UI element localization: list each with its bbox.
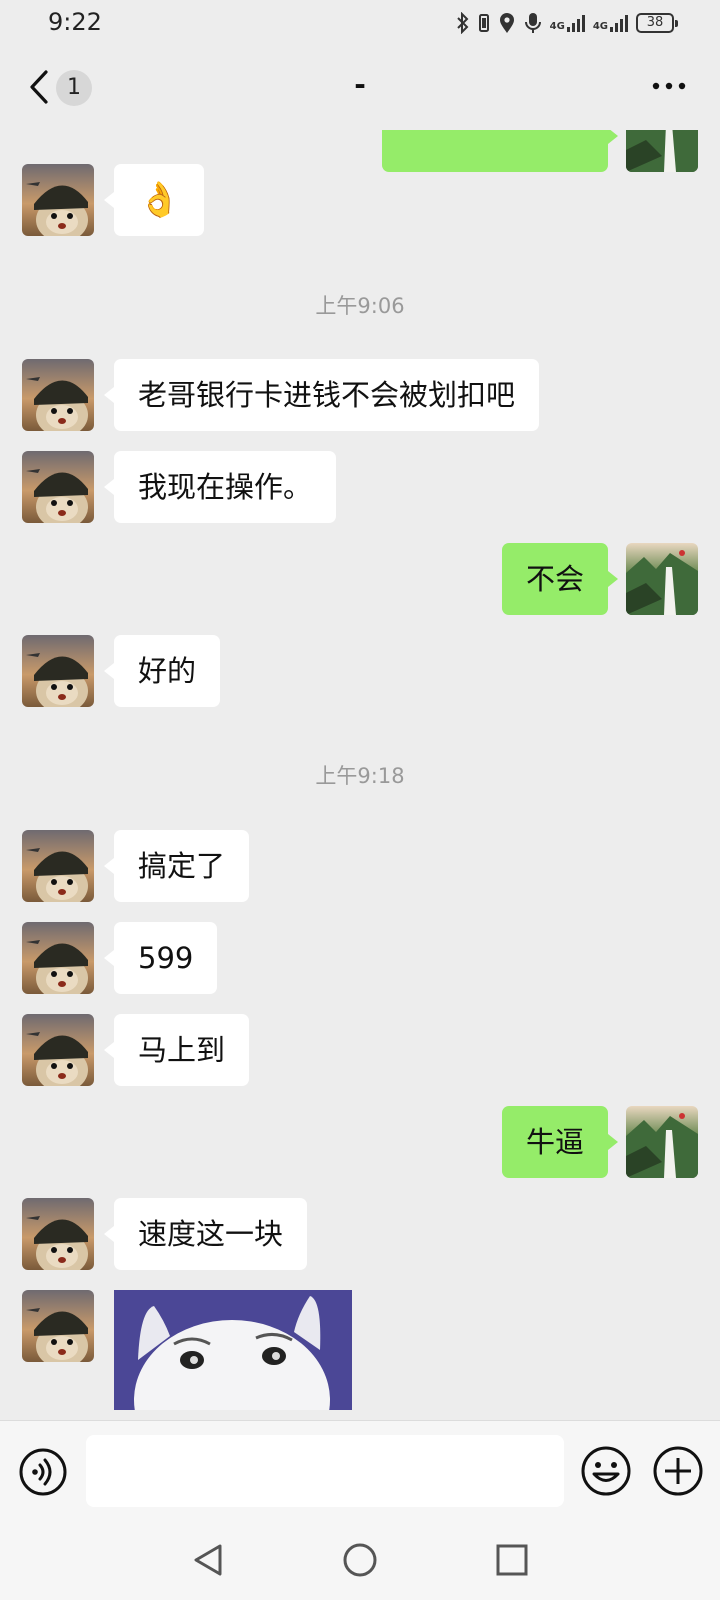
message-bubble[interactable]: 我现在操作。 xyxy=(103,451,337,523)
message-bubble[interactable]: 599 xyxy=(103,922,218,994)
sticker-image[interactable] xyxy=(114,1290,352,1410)
message-bubble[interactable]: 好的 xyxy=(103,635,221,707)
bluetooth-icon xyxy=(456,12,470,34)
voice-icon[interactable] xyxy=(18,1447,68,1497)
network-label: 4G xyxy=(549,21,565,32)
avatar[interactable] xyxy=(22,1198,94,1270)
location-icon xyxy=(498,12,516,34)
avatar[interactable] xyxy=(22,1014,94,1086)
emoji-icon[interactable] xyxy=(580,1445,632,1497)
message-input[interactable] xyxy=(86,1435,564,1507)
message-row: 好的 xyxy=(0,635,720,707)
message-bubble[interactable]: 👌 xyxy=(103,164,205,236)
message-bubble[interactable]: 不会 xyxy=(501,543,619,615)
battery-level: 38 xyxy=(646,15,664,30)
message-bubble[interactable]: 老哥银行卡进钱不会被划扣吧 xyxy=(103,359,540,431)
chat-header: 1 - xyxy=(0,44,720,130)
message-row: 牛逼 xyxy=(0,1106,720,1178)
message-row: 599 xyxy=(0,922,720,994)
avatar[interactable] xyxy=(626,1106,698,1178)
avatar[interactable] xyxy=(22,1290,94,1362)
message-row: 速度这一块 xyxy=(0,1198,720,1270)
signal-icon: 4G xyxy=(550,14,585,32)
input-bar xyxy=(0,1420,720,1520)
message-row xyxy=(0,1290,720,1420)
message-row: 我现在操作。 xyxy=(0,451,720,523)
avatar[interactable] xyxy=(22,922,94,994)
message-bubble[interactable]: 搞定了 xyxy=(103,830,250,902)
avatar[interactable] xyxy=(22,164,94,236)
nav-back-icon[interactable] xyxy=(190,1542,226,1578)
message-row: 老哥银行卡进钱不会被划扣吧 xyxy=(0,359,720,431)
message-bubble[interactable]: 速度这一块 xyxy=(103,1198,308,1270)
avatar[interactable] xyxy=(626,543,698,615)
avatar[interactable] xyxy=(22,830,94,902)
plus-icon[interactable] xyxy=(652,1445,704,1497)
avatar[interactable] xyxy=(22,635,94,707)
message-row: 搞定了 xyxy=(0,830,720,902)
message-row: 👌 xyxy=(0,164,720,236)
ok-hand-emoji: 👌 xyxy=(138,180,181,220)
message-bubble[interactable]: 马上到 xyxy=(103,1014,250,1086)
status-icons: 4G 4G 38 xyxy=(456,10,678,36)
network-label-2: 4G xyxy=(592,21,608,32)
message-row: 不会 xyxy=(0,543,720,615)
avatar[interactable] xyxy=(22,359,94,431)
status-time: 9:22 xyxy=(48,8,102,36)
nav-home-icon[interactable] xyxy=(342,1542,378,1578)
battery-icon: 38 xyxy=(636,13,678,33)
message-timestamp: 上午9:18 xyxy=(315,764,405,788)
mic-icon xyxy=(524,12,542,34)
message-row: 马上到 xyxy=(0,1014,720,1086)
chat-title: - xyxy=(354,68,366,101)
system-nav-bar xyxy=(0,1520,720,1600)
status-bar: 9:22 4G 4G 38 xyxy=(0,0,720,44)
message-bubble[interactable]: 牛逼 xyxy=(501,1106,619,1178)
avatar[interactable] xyxy=(22,451,94,523)
more-dots-icon[interactable] xyxy=(652,82,686,90)
nav-recent-icon[interactable] xyxy=(494,1542,530,1578)
signal-icon-2: 4G xyxy=(593,14,628,32)
vibrate-icon xyxy=(478,12,490,34)
message-timestamp: 上午9:06 xyxy=(315,294,405,318)
chat-area[interactable]: 👌 上午9:06 老哥银行卡进钱不会被划扣吧 我现在操作。 不会 好的 上午9:… xyxy=(0,130,720,1420)
